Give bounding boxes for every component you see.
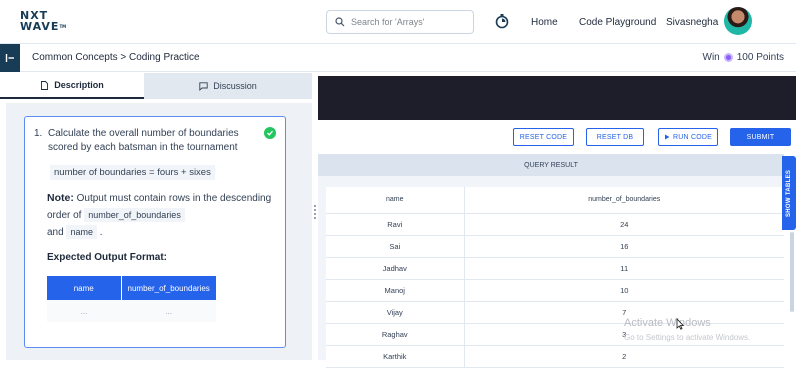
cell-name: Raghav xyxy=(326,323,465,346)
left-panel: Description Discussion 1. Calculate the … xyxy=(0,73,312,360)
result-col-name: name xyxy=(326,187,465,214)
table-row: Ravi 24 xyxy=(326,213,784,236)
cell-name: Vijay xyxy=(326,301,465,324)
expected-cell: ... xyxy=(47,300,121,322)
activate-windows-subtitle: Go to Settings to activate Windows. xyxy=(624,333,751,342)
query-result-header: QUERY RESULT xyxy=(318,154,784,176)
code-editor[interactable] xyxy=(318,76,796,120)
note-label: Note: xyxy=(47,192,74,204)
nxtwave-logo[interactable]: NXT WAVETM xyxy=(20,10,66,34)
points-badge: Win 100 Points xyxy=(703,52,785,63)
timer-icon[interactable] xyxy=(494,13,510,29)
search-icon xyxy=(335,17,345,27)
avatar[interactable] xyxy=(724,7,752,35)
mouse-cursor-icon xyxy=(676,318,684,330)
cell-name: Sai xyxy=(326,235,465,258)
note-code-name: name xyxy=(66,225,97,239)
collapse-sidebar-button[interactable] xyxy=(0,44,20,72)
cell-name: Karthik xyxy=(326,345,465,368)
cell-value: 2 xyxy=(464,345,784,368)
panel-tabs: Description Discussion xyxy=(0,73,312,99)
tab-description-label: Description xyxy=(54,80,104,90)
question-card: 1. Calculate the overall number of bound… xyxy=(24,116,286,348)
cell-value: 11 xyxy=(464,257,784,280)
table-row: Vijay 7 xyxy=(326,301,784,324)
note-code-boundaries: number_of_boundaries xyxy=(84,208,185,222)
search-box[interactable] xyxy=(326,10,474,34)
document-icon xyxy=(41,80,49,90)
note-and: and xyxy=(47,227,64,238)
note-end: . xyxy=(99,227,103,238)
username[interactable]: Sivasnegha xyxy=(666,17,718,28)
logo-line-2-text: WAVE xyxy=(20,20,60,33)
formula: number of boundaries = fours + sixes xyxy=(50,165,215,180)
expected-output-table: name number_of_boundaries ... ... xyxy=(47,276,217,322)
search-input[interactable] xyxy=(351,17,461,27)
tab-discussion-label: Discussion xyxy=(213,81,257,91)
breadcrumb: Common Concepts > Coding Practice xyxy=(32,52,200,63)
activate-windows-title: Activate Windows xyxy=(624,317,711,329)
run-code-button[interactable]: RUN CODE xyxy=(658,128,718,146)
expected-col-boundaries: number_of_boundaries xyxy=(121,276,217,300)
action-bar: RESET CODE RESET DB RUN CODE SUBMIT xyxy=(318,120,796,154)
cell-name: Manoj xyxy=(326,279,465,302)
coin-icon xyxy=(723,53,733,62)
expected-col-name: name xyxy=(47,276,122,300)
submit-button[interactable]: SUBMIT xyxy=(730,128,791,146)
expected-output-title: Expected Output Format: xyxy=(47,252,168,263)
show-tables-label: SHOW TABLES xyxy=(786,169,792,217)
tab-description[interactable]: Description xyxy=(0,73,144,99)
reset-code-button[interactable]: RESET CODE xyxy=(513,128,574,146)
expected-cell: ... xyxy=(121,300,217,322)
win-label: Win xyxy=(702,52,720,63)
table-row: Karthik 2 xyxy=(326,345,784,368)
resize-handle[interactable] xyxy=(314,205,316,221)
top-navbar: NXT WAVETM Home Code Playground Sivasneg… xyxy=(0,0,796,44)
solved-check-icon xyxy=(264,127,276,139)
question-text: Calculate the overall number of boundari… xyxy=(48,128,239,153)
question-number: 1. xyxy=(34,128,43,139)
result-col-boundaries: number_of_boundaries xyxy=(464,187,784,214)
scrollbar[interactable] xyxy=(790,232,794,312)
show-tables-button[interactable]: SHOW TABLES xyxy=(782,156,796,230)
collapse-icon xyxy=(5,54,14,62)
cell-value: 16 xyxy=(464,235,784,258)
table-row: Sai 16 xyxy=(326,235,784,258)
nav-home[interactable]: Home xyxy=(531,17,558,28)
note: Note: Output must contain rows in the de… xyxy=(47,190,279,241)
reset-db-button[interactable]: RESET DB xyxy=(586,128,644,146)
logo-line-2: WAVETM xyxy=(20,21,66,32)
tab-discussion[interactable]: Discussion xyxy=(144,73,312,99)
cell-value: 24 xyxy=(464,213,784,236)
cell-name: Ravi xyxy=(326,213,465,236)
play-icon xyxy=(665,134,670,140)
logo-tm: TM xyxy=(59,24,67,29)
table-row: Jadhav 11 xyxy=(326,257,784,280)
table-row: Manoj 10 xyxy=(326,279,784,302)
sub-header: Common Concepts > Coding Practice Win 10… xyxy=(0,44,796,72)
cell-name: Jadhav xyxy=(326,257,465,280)
cell-value: 10 xyxy=(464,279,784,302)
points-value: 100 Points xyxy=(736,52,784,63)
run-code-label: RUN CODE xyxy=(673,133,712,141)
nav-code-playground[interactable]: Code Playground xyxy=(579,17,656,28)
chat-icon xyxy=(199,81,208,91)
